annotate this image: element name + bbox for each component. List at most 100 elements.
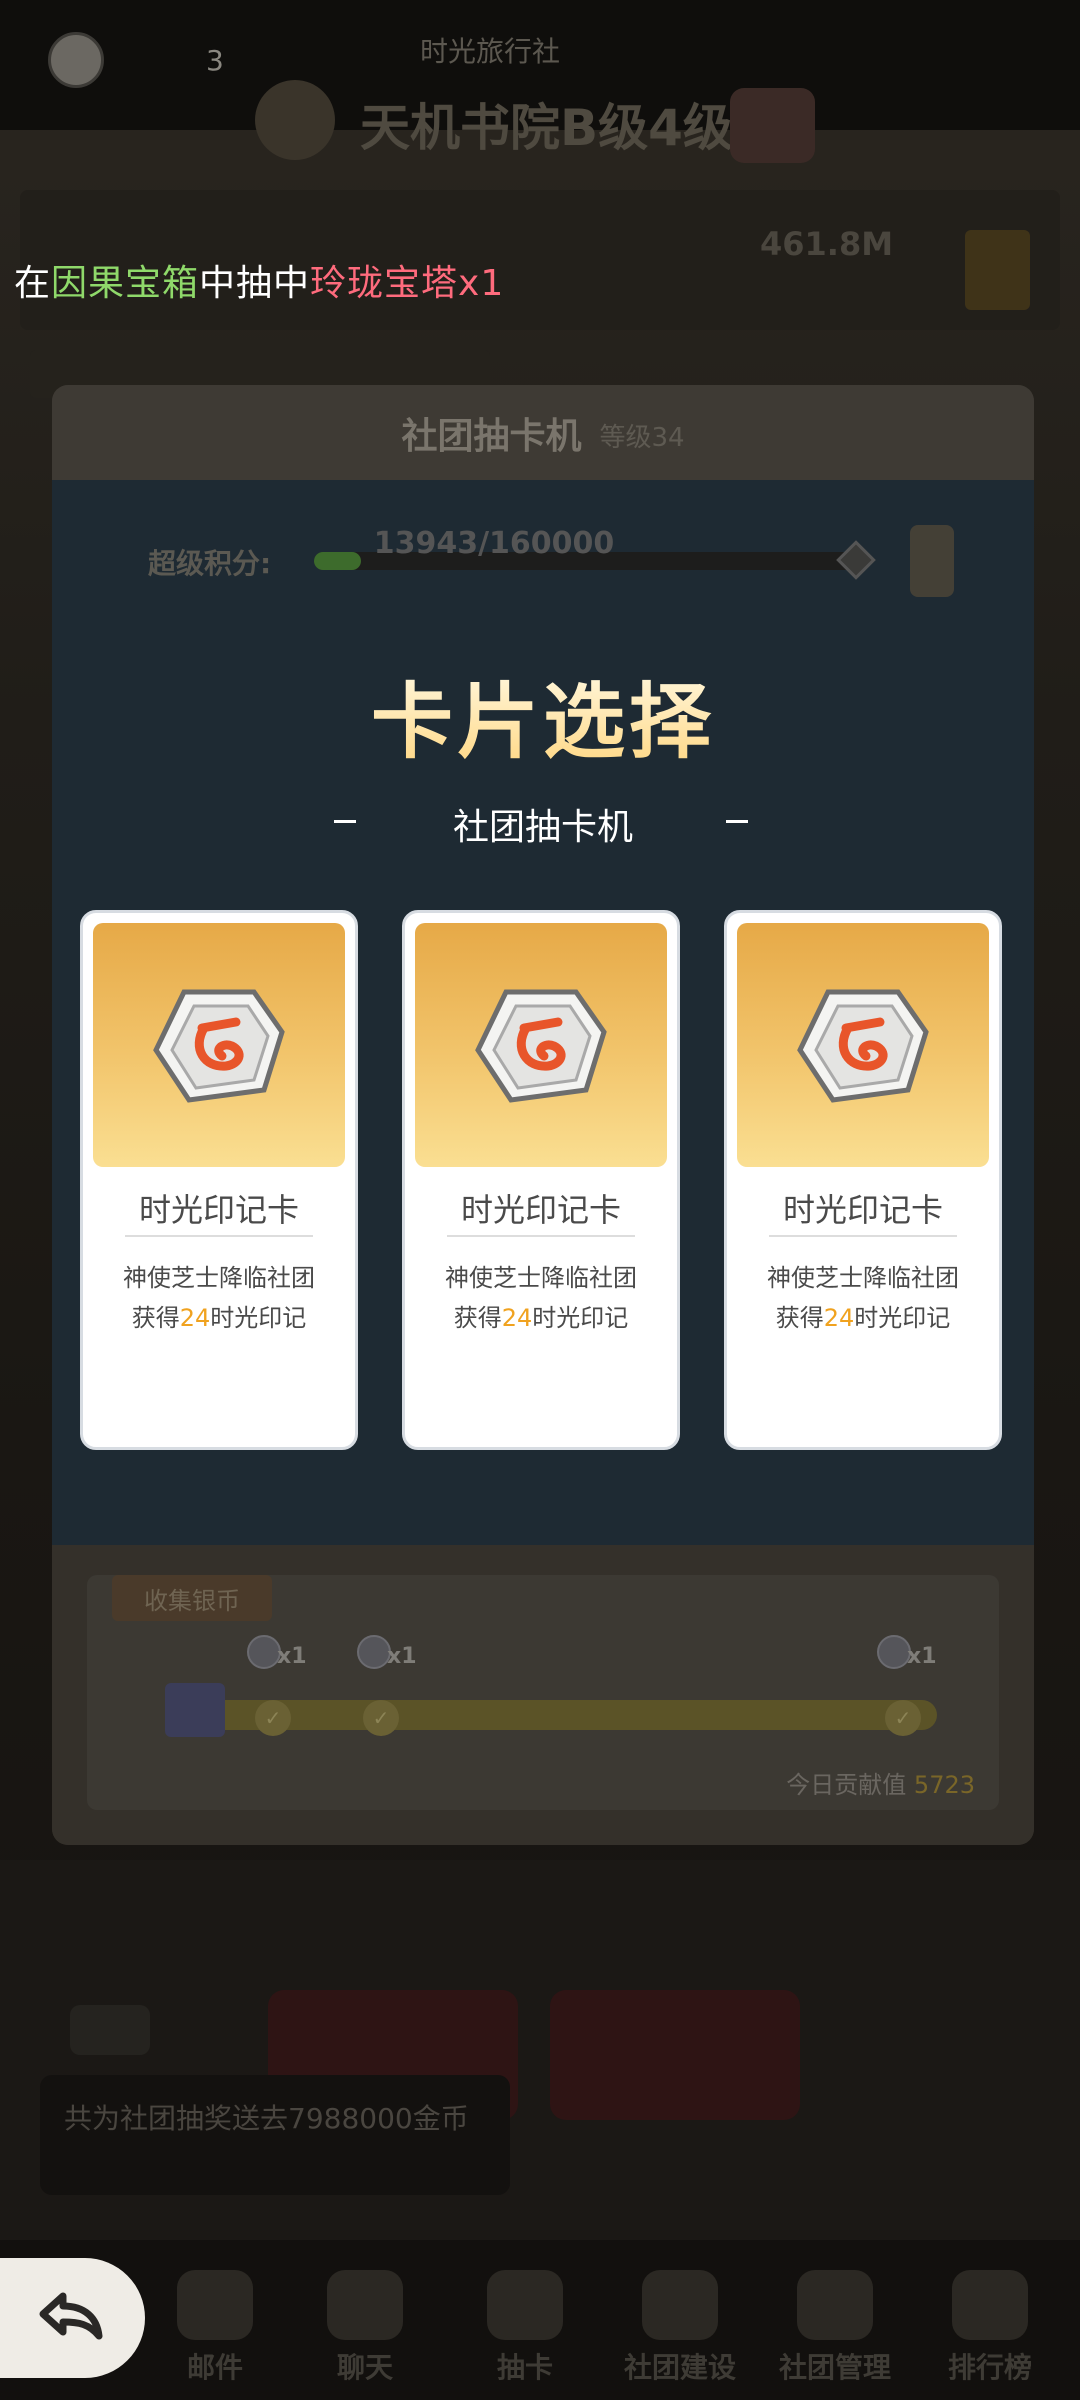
card-name: 时光印记卡 (138, 1191, 299, 1229)
guild-logo (255, 80, 335, 160)
guild-name: 天机书院B级4级 (360, 99, 733, 157)
subtitle-dash-right (726, 820, 748, 823)
broadcast-text-2: 中抽中 (199, 263, 311, 304)
collect-section: 收集银币 x1 x1 x1 ✓ ✓ ✓ 今日贡献值 5723 (52, 1545, 1034, 1845)
coin-reward-count: x1 (907, 1644, 937, 1669)
modal-title: 社团抽卡机 (401, 415, 582, 457)
nav-draw: 抽卡 (460, 2270, 590, 2386)
nav-build: 社团建设 (615, 2270, 745, 2386)
collapse-arrow-button (70, 2005, 150, 2055)
broadcast-message: 在因果宝箱中抽中玲珑宝塔x1 (14, 254, 504, 306)
card-divider (125, 1235, 313, 1237)
card-desc-num: 24 (501, 1304, 533, 1332)
guild-message-box: 共为社团抽奖送去7988000金币 (40, 2075, 510, 2195)
nav-ranking-label: 排行榜 (947, 2351, 1032, 2384)
card-machine-modal: 社团抽卡机 等级34 超级积分: 13943/160000 卡片选择 社团抽卡机… (52, 385, 1034, 1845)
card-divider (769, 1235, 957, 1237)
nav-mail-label: 邮件 (186, 2351, 243, 2384)
card-divider (447, 1235, 635, 1237)
contribution-value: 5723 (913, 1771, 975, 1799)
nav-ranking: 排行榜 (925, 2270, 1055, 2386)
coin-reward: x1 (357, 1635, 417, 1669)
card-desc-pre: 获得 (775, 1304, 824, 1332)
currency-count: 3 (206, 44, 224, 77)
card-machine-icon (487, 2270, 563, 2340)
player-avatar (48, 32, 104, 88)
tower-icon (965, 230, 1030, 310)
broadcast-source: 因果宝箱 (51, 263, 200, 304)
gift-badge-icon (730, 88, 815, 163)
back-button[interactable] (0, 2258, 145, 2378)
time-seal-icon (153, 989, 285, 1103)
score-goal-icon (836, 540, 876, 580)
nav-manage-label: 社团管理 (778, 2351, 891, 2384)
card-name: 时光印记卡 (460, 1191, 621, 1229)
silver-coin-icon (877, 1635, 911, 1669)
ranking-icon (952, 2270, 1028, 2340)
silver-coin-icon (247, 1635, 281, 1669)
build-icon (642, 2270, 718, 2340)
daily-contribution: 今日贡献值 5723 (786, 1765, 975, 1800)
card-desc-line2: 获得24时光印记 (727, 1298, 999, 1338)
card-description: 神使芝士降临社团 获得24时光印记 (727, 1258, 999, 1338)
reward-chest-right (550, 1990, 800, 2120)
card-image (737, 923, 989, 1167)
broadcast-text-1: 在 (14, 263, 52, 304)
coin-reward: x1 (877, 1635, 937, 1669)
card-desc-pre: 获得 (131, 1304, 180, 1332)
machine-icon (910, 525, 954, 597)
card-description: 神使芝士降临社团 获得24时光印记 (405, 1258, 677, 1338)
card-option[interactable]: 时光印记卡 神使芝士降临社团 获得24时光印记 (402, 910, 680, 1450)
coin-reward: x1 (247, 1635, 307, 1669)
collect-progress-track (197, 1700, 937, 1730)
coin-reward-count: x1 (387, 1644, 417, 1669)
broadcast-item: 玲珑宝塔x1 (310, 263, 505, 304)
collect-coins-tab: 收集银币 (112, 1575, 272, 1621)
coin-reward-count: x1 (277, 1644, 307, 1669)
nav-mail: 邮件 (150, 2270, 280, 2386)
card-option[interactable]: 时光印记卡 神使芝士降临社团 获得24时光印记 (724, 910, 1002, 1450)
check-icon: ✓ (885, 1700, 921, 1736)
modal-header: 社团抽卡机 等级34 (52, 385, 1034, 480)
modal-level: 等级34 (599, 423, 685, 453)
nav-manage: 社团管理 (770, 2270, 900, 2386)
nav-build-label: 社团建设 (623, 2351, 736, 2384)
nav-draw-label: 抽卡 (496, 2351, 553, 2384)
card-desc-line1: 神使芝士降临社团 (767, 1264, 959, 1292)
card-select-panel: 超级积分: 13943/160000 卡片选择 社团抽卡机 时光印记卡 神使芝士… (52, 480, 1034, 1545)
card-image (415, 923, 667, 1167)
card-desc-post: 时光印记 (854, 1304, 951, 1332)
contribution-label: 今日贡献值 (786, 1771, 907, 1799)
card-desc-post: 时光印记 (532, 1304, 629, 1332)
select-title: 卡片选择 (52, 655, 1034, 774)
time-seal-icon (797, 989, 929, 1103)
card-option[interactable]: 时光印记卡 神使芝士降临社团 获得24时光印记 (80, 910, 358, 1450)
score-value: 13943/160000 (373, 526, 615, 561)
mail-icon (177, 2270, 253, 2340)
score-label: 超级积分: (148, 547, 272, 580)
ticket-icon (165, 1683, 225, 1737)
card-desc-line1: 神使芝士降临社团 (123, 1264, 315, 1292)
select-subtitle: 社团抽卡机 (452, 807, 633, 848)
members-icon (797, 2270, 873, 2340)
card-desc-line2: 获得24时光印记 (405, 1298, 677, 1338)
card-description: 神使芝士降临社团 获得24时光印记 (83, 1258, 355, 1338)
card-desc-post: 时光印记 (210, 1304, 307, 1332)
time-seal-icon (475, 989, 607, 1103)
guild-funds: 461.8M (760, 225, 894, 263)
card-desc-num: 24 (823, 1304, 855, 1332)
collect-panel: 收集银币 x1 x1 x1 ✓ ✓ ✓ 今日贡献值 5723 (87, 1575, 999, 1810)
card-name: 时光印记卡 (782, 1191, 943, 1229)
check-icon: ✓ (363, 1700, 399, 1736)
top-title: 时光旅行社 (420, 35, 561, 68)
card-desc-num: 24 (179, 1304, 211, 1332)
card-image (93, 923, 345, 1167)
nav-chat-label: 聊天 (336, 2351, 393, 2384)
card-desc-line1: 神使芝士降临社团 (445, 1264, 637, 1292)
card-desc-pre: 获得 (453, 1304, 502, 1332)
check-icon: ✓ (255, 1700, 291, 1736)
silver-coin-icon (357, 1635, 391, 1669)
back-arrow-icon (39, 2292, 102, 2340)
card-desc-line2: 获得24时光印记 (83, 1298, 355, 1338)
nav-chat: 聊天 (300, 2270, 430, 2386)
